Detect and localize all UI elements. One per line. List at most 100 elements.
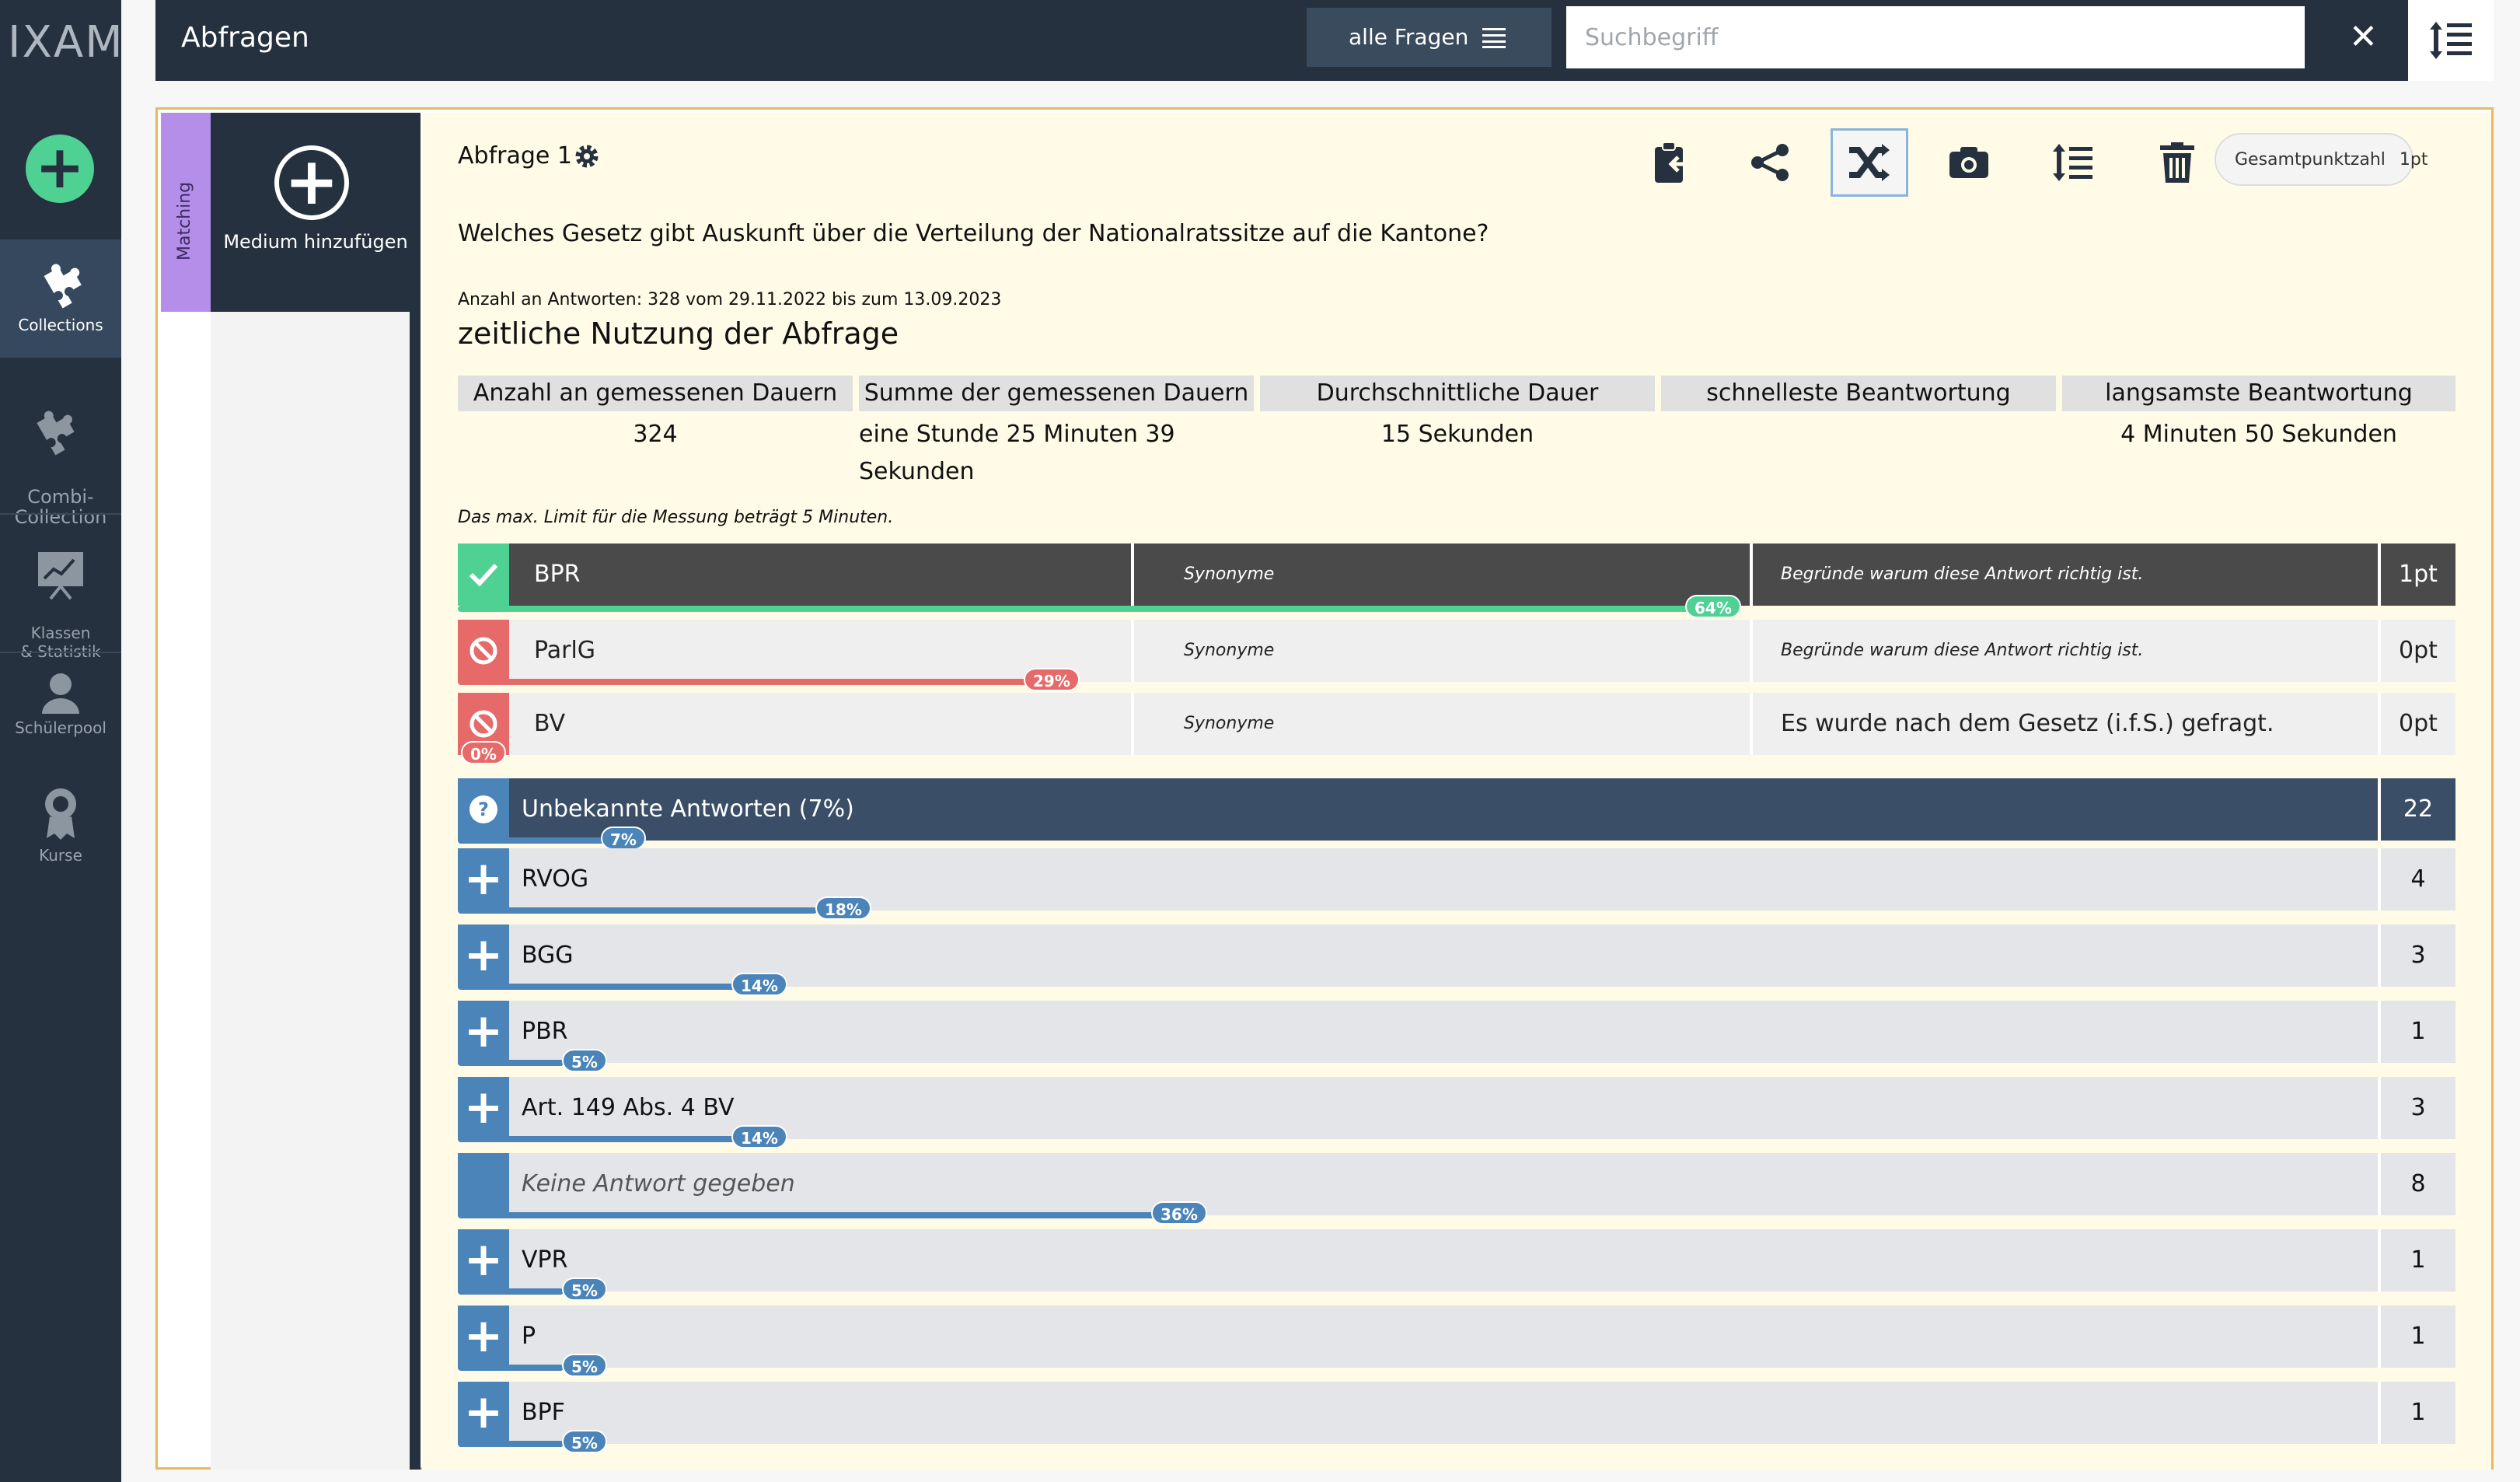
stats-header: Durchschnittliche Dauer xyxy=(1260,376,1655,411)
add-answer-button[interactable]: + xyxy=(458,1305,509,1368)
filter-button[interactable]: alle Fragen xyxy=(1307,8,1551,67)
unknown-percent-badge: 5% xyxy=(562,1430,607,1453)
synonyms-field[interactable]: Synonyme xyxy=(1131,620,1753,682)
synonyms-field[interactable]: Synonyme xyxy=(1131,544,1753,606)
unknown-answer-name: P xyxy=(522,1323,536,1350)
unknown-answer-name: BPF xyxy=(522,1399,565,1426)
gear-icon[interactable] xyxy=(574,144,599,169)
unknown-percent-bar xyxy=(458,1212,1157,1218)
answer-percent-badge: 29% xyxy=(1024,668,1080,691)
sidebar-item-label: Schülerpool xyxy=(15,718,106,737)
unknown-percent-badge: 5% xyxy=(562,1354,607,1377)
sidebar-item-kurse[interactable]: Kurse xyxy=(0,785,121,865)
media-column: + Medium hinzufügen xyxy=(211,113,421,1470)
check-icon[interactable] xyxy=(458,544,509,606)
unknown-percent-bar xyxy=(458,1060,564,1066)
question-panel: Matching + Medium hinzufügen Abfrage 1 G… xyxy=(155,107,2494,1470)
stats-header: Summe der gemessenen Dauern xyxy=(859,376,1254,411)
blank-answer-marker xyxy=(458,1153,509,1215)
clipboard-button[interactable] xyxy=(1632,128,1709,197)
plus-circle-icon: + xyxy=(274,145,349,220)
reason-field[interactable]: Es wurde nach dem Gesetz (i.f.S.) gefrag… xyxy=(1756,693,2378,755)
sort-button[interactable] xyxy=(2408,0,2494,81)
answer-name[interactable]: BV xyxy=(534,710,565,737)
answer-name[interactable]: BPR xyxy=(534,561,581,588)
unknown-answer-row: + VPR 1 xyxy=(458,1229,2455,1292)
stats-value: 15 Sekunden xyxy=(1380,421,1534,448)
reason-field[interactable]: Begründe warum diese Antwort richtig ist… xyxy=(1756,620,2378,682)
add-answer-button[interactable]: + xyxy=(458,1077,509,1139)
synonyms-field[interactable]: Synonyme xyxy=(1131,693,1753,755)
unknown-answer-count: 3 xyxy=(2378,925,2455,987)
unknown-percent-badge: 5% xyxy=(562,1049,607,1072)
reason-field[interactable]: Begründe warum diese Antwort richtig ist… xyxy=(1756,544,2378,606)
puzzle-icon xyxy=(44,264,82,309)
close-icon[interactable]: ✕ xyxy=(2349,20,2378,54)
unknown-answer-name: Keine Antwort gegeben xyxy=(522,1170,795,1197)
sidebar-item-combi-collection[interactable]: Combi- Collection xyxy=(0,376,121,527)
add-answer-button[interactable]: + xyxy=(458,848,509,911)
unknown-answers-header: ? Unbekannte Antworten (7%) 22 xyxy=(458,778,2455,841)
add-button[interactable]: + xyxy=(26,135,94,203)
unknown-answer-count: 1 xyxy=(2378,1229,2455,1292)
unknown-answer-row: + PBR 1 xyxy=(458,1001,2455,1063)
chart-board-icon xyxy=(38,552,83,600)
sidebar-divider xyxy=(0,652,121,653)
question-type-tag: Matching xyxy=(161,113,211,312)
answer-name[interactable]: ParlG xyxy=(534,637,595,664)
total-points-label: Gesamtpunktzahl xyxy=(2235,149,2386,170)
sidebar-item-collections[interactable]: Collections xyxy=(0,239,121,358)
add-answer-button[interactable]: + xyxy=(458,1382,509,1444)
delete-button[interactable] xyxy=(2138,128,2216,197)
unknown-percent-badge: 14% xyxy=(731,973,787,996)
add-answer-button[interactable]: + xyxy=(458,925,509,987)
stats-header: Anzahl an gemessenen Dauern xyxy=(458,376,853,411)
unknown-answers-count: 22 xyxy=(2378,778,2455,841)
sort-answers-button[interactable] xyxy=(2034,128,2112,197)
search-input[interactable] xyxy=(1566,6,2305,68)
sidebar-item-klassen-statistik[interactable]: Klassen & Statistik xyxy=(0,530,121,661)
answer-points[interactable]: 0pt xyxy=(2378,693,2455,755)
unknown-answer-name: BGG xyxy=(522,942,574,969)
unknown-percent-bar xyxy=(458,1441,564,1447)
sidebar-item-label: Klassen & Statistik xyxy=(20,624,101,661)
share-icon xyxy=(1751,144,1789,181)
app-logo: IXAM xyxy=(8,17,124,68)
share-button[interactable] xyxy=(1731,128,1809,197)
unknown-percent-bar xyxy=(458,907,817,914)
answer-points[interactable]: 1pt xyxy=(2378,544,2455,606)
unknown-percent-bar xyxy=(458,984,739,990)
add-answer-button[interactable]: + xyxy=(458,1229,509,1292)
shuffle-button[interactable] xyxy=(1831,128,1908,197)
stats-value: eine Stunde 25 Minuten 39 Sekunden xyxy=(859,421,1175,485)
list-icon xyxy=(1482,28,1506,48)
add-answer-button[interactable]: + xyxy=(458,1001,509,1063)
stats-header: schnelleste Beantwortung xyxy=(1661,376,2056,411)
scrollbar[interactable] xyxy=(410,312,421,1470)
sidebar-item-label: Collections xyxy=(18,316,103,334)
sort-list-icon xyxy=(2430,22,2472,59)
question-text: Welches Gesetz gibt Auskunft über die Ve… xyxy=(458,220,1489,247)
sidebar-item-schuelerpool[interactable]: Schülerpool xyxy=(0,670,121,748)
unknown-answer-row: + P 1 xyxy=(458,1305,2455,1368)
unknown-answers-title: Unbekannte Antworten (7%) xyxy=(522,795,854,823)
top-bar: Abfragen alle Fragen ✕ xyxy=(155,0,2408,81)
answer-row[interactable]: BPR Synonyme Begründe warum diese Antwor… xyxy=(458,544,2455,606)
unknown-answer-count: 1 xyxy=(2378,1001,2455,1063)
add-media-button[interactable]: + Medium hinzufügen xyxy=(211,113,421,312)
answer-percent-badge: 64% xyxy=(1685,595,1741,618)
answer-row[interactable]: ParlG Synonyme Begründe warum diese Antw… xyxy=(458,620,2455,682)
answer-count-meta: Anzahl an Antworten: 328 vom 29.11.2022 … xyxy=(458,290,1002,309)
clipboard-arrow-icon xyxy=(1655,142,1688,183)
question-circle-icon: ? xyxy=(458,778,509,841)
answer-points[interactable]: 0pt xyxy=(2378,620,2455,682)
camera-button[interactable] xyxy=(1930,128,2008,197)
unknown-percent-bar xyxy=(458,1365,564,1371)
forbidden-icon[interactable] xyxy=(458,620,509,682)
answer-row[interactable]: BV Synonyme Es wurde nach dem Gesetz (i.… xyxy=(458,693,2455,755)
sidebar-item-label: Kurse xyxy=(39,846,82,865)
unknown-answer-row: + RVOG 4 xyxy=(458,848,2455,911)
camera-icon xyxy=(1949,147,1988,178)
total-points[interactable]: Gesamtpunktzahl 1pt xyxy=(2215,133,2428,186)
unknown-percent-bar xyxy=(458,1136,739,1142)
